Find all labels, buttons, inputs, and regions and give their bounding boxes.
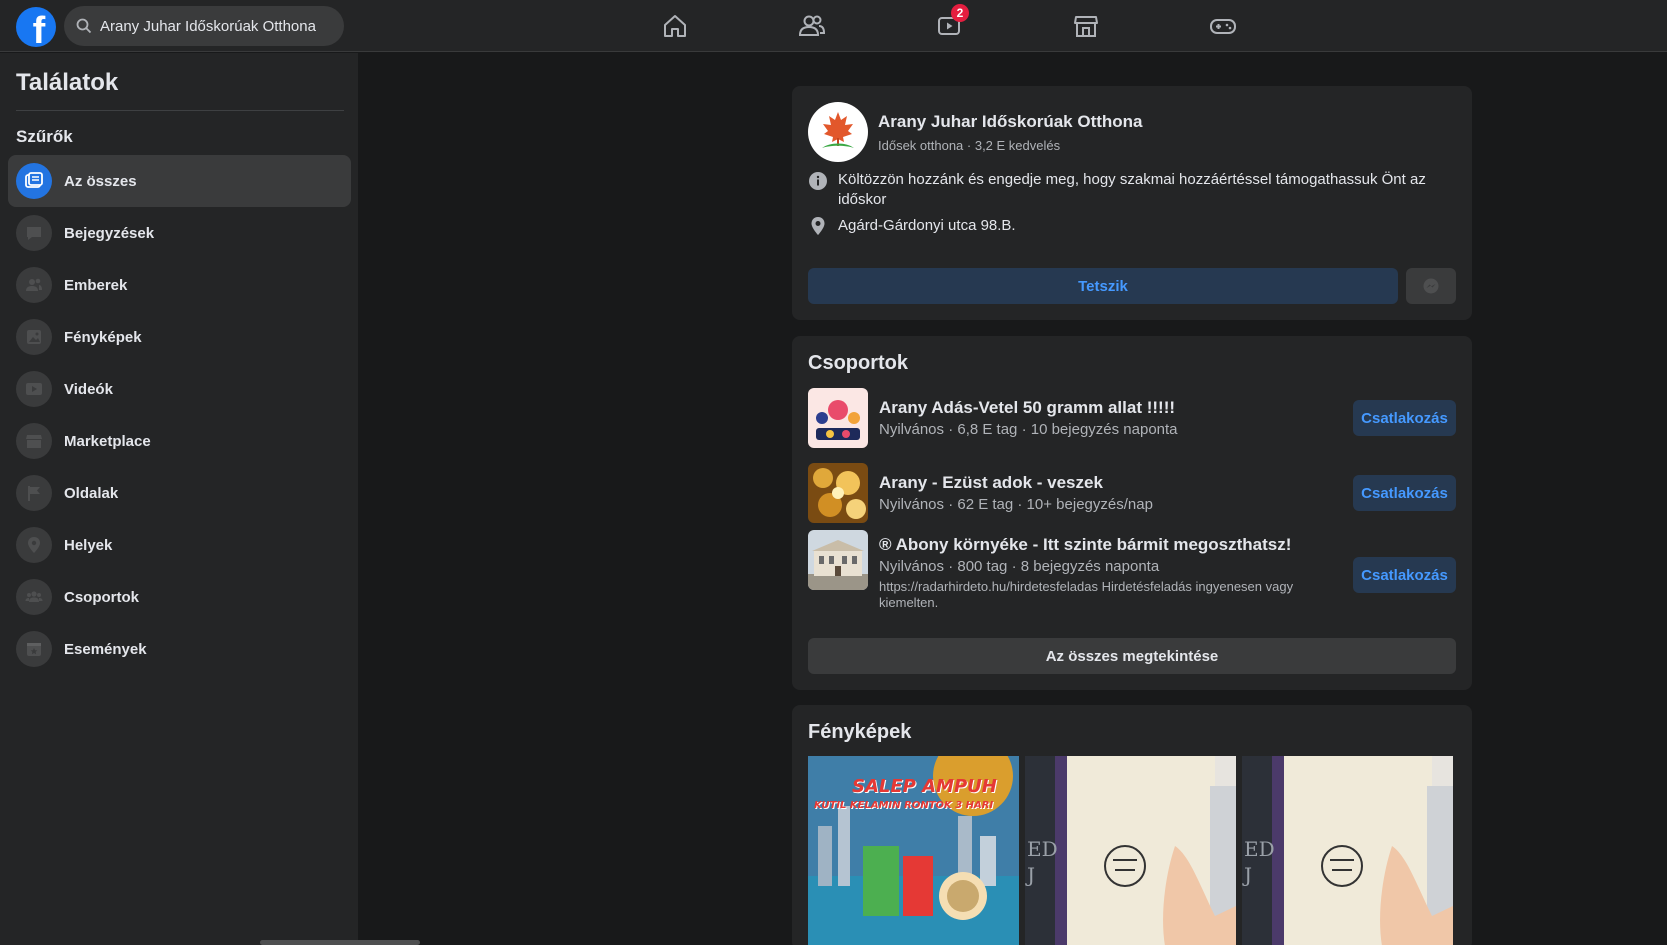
photo-thumbnail[interactable]: SALEP AMPUH KUTIL KELAMIN RONTOK 3 HARI: [808, 756, 1019, 945]
filter-label: Emberek: [64, 276, 128, 294]
like-button[interactable]: Tetszik: [808, 268, 1398, 304]
info-icon: [809, 172, 827, 190]
join-group-button[interactable]: Csatlakozás: [1353, 400, 1456, 436]
posts-icon: [16, 215, 52, 251]
photo-text: ED J: [1027, 837, 1058, 887]
group-meta: Nyilvános · 62 E tag · 10+ bejegyzés/nap: [879, 496, 1153, 513]
nav-gaming[interactable]: [1203, 8, 1243, 44]
message-button[interactable]: [1406, 268, 1456, 304]
search-results-sidebar: Találatok Szűrők Az összes Bejegyzések E…: [0, 53, 358, 945]
filter-all[interactable]: Az összes: [8, 155, 351, 207]
filter-videos[interactable]: Videók: [8, 363, 351, 415]
filter-posts[interactable]: Bejegyzések: [8, 207, 351, 259]
photo-thumbnail[interactable]: ED J: [1242, 756, 1453, 945]
group-item[interactable]: Arany Adás-Vetel 50 gramm allat !!!!! Ny…: [808, 388, 1456, 448]
photos-icon: [16, 319, 52, 355]
marketplace-icon: [1074, 16, 1098, 37]
page-avatar[interactable]: [808, 102, 868, 162]
horizontal-scrollbar[interactable]: [260, 940, 420, 945]
filter-pages[interactable]: Oldalak: [8, 467, 351, 519]
filter-label: Oldalak: [64, 484, 119, 502]
filter-places[interactable]: Helyek: [8, 519, 351, 571]
page-about: Költözzön hozzánk és engedje meg, hogy s…: [838, 171, 1426, 208]
group-meta: Nyilvános · 800 tag · 8 bejegyzés napont…: [879, 558, 1160, 575]
group-description: https://radarhirdeto.hu/hirdetesfeladas …: [879, 579, 1294, 610]
filters-heading: Szűrők: [16, 127, 73, 146]
filter-label: Az összes: [64, 172, 137, 190]
page-name[interactable]: Arany Juhar Időskorúak Otthona: [878, 112, 1143, 132]
page-about-row: Költözzön hozzánk és engedje meg, hogy s…: [808, 170, 1438, 210]
divider: [16, 110, 344, 111]
photo-headline: SALEP AMPUH: [852, 776, 997, 797]
filter-groups[interactable]: Csoportok: [8, 571, 351, 623]
pages-icon: [16, 475, 52, 511]
join-group-button[interactable]: Csatlakozás: [1353, 475, 1456, 511]
group-name[interactable]: ® Abony környéke - Itt szinte bármit meg…: [879, 535, 1291, 555]
filter-photos[interactable]: Fényképek: [8, 311, 351, 363]
top-navigation-bar: f 2: [0, 0, 1667, 52]
maple-leaf-logo: [822, 112, 854, 148]
search-box[interactable]: [64, 6, 344, 46]
filter-people[interactable]: Emberek: [8, 259, 351, 311]
filter-label: Videók: [64, 380, 113, 398]
nav-marketplace[interactable]: [1066, 8, 1106, 44]
facebook-logo[interactable]: f: [16, 7, 56, 47]
see-all-groups-button[interactable]: Az összes megtekintése: [808, 638, 1456, 674]
events-icon: [16, 631, 52, 667]
messenger-icon: [1423, 278, 1439, 294]
friends-icon: [798, 15, 826, 36]
search-input[interactable]: [100, 17, 320, 35]
nav-friends[interactable]: [792, 8, 832, 44]
group-name[interactable]: Arany - Ezüst adok - veszek: [879, 473, 1103, 493]
photo-thumbnail[interactable]: ED J: [1025, 756, 1236, 945]
filter-label: Helyek: [64, 536, 113, 554]
group-item[interactable]: ® Abony környéke - Itt szinte bármit meg…: [808, 529, 1456, 619]
photo-text: ED J: [1244, 837, 1275, 887]
groups-card: Csoportok Arany Adás-Vetel 50 gramm alla…: [792, 336, 1472, 690]
search-icon: [76, 18, 92, 34]
marketplace-icon: [16, 423, 52, 459]
filter-label: Marketplace: [64, 432, 151, 450]
filter-marketplace[interactable]: Marketplace: [8, 415, 351, 467]
videos-icon: [16, 371, 52, 407]
page-address: Agárd-Gárdonyi utca 98.B.: [838, 217, 1016, 234]
group-thumbnail[interactable]: [808, 463, 868, 523]
groups-icon: [16, 579, 52, 615]
home-icon: [664, 15, 686, 37]
group-thumbnail[interactable]: [808, 530, 868, 590]
filter-label: Bejegyzések: [64, 224, 155, 242]
page-result-card: Arany Juhar Időskorúak Otthona Idősek ot…: [792, 86, 1472, 320]
location-pin-icon: [811, 217, 825, 235]
nav-watch[interactable]: 2: [929, 4, 969, 44]
group-name[interactable]: Arany Adás-Vetel 50 gramm allat !!!!!: [879, 398, 1175, 418]
all-results-icon: [16, 163, 52, 199]
notification-badge: 2: [951, 4, 969, 22]
filter-label: Fényképek: [64, 328, 142, 346]
photo-subheadline: KUTIL KELAMIN RONTOK 3 HARI: [814, 800, 994, 811]
group-thumbnail[interactable]: [808, 388, 868, 448]
groups-heading: Csoportok: [808, 352, 908, 374]
group-item[interactable]: Arany - Ezüst adok - veszek Nyilvános · …: [808, 463, 1456, 523]
photos-card: Fényképek SALEP AMPUH KUTIL KELAMIN RONT…: [792, 705, 1472, 945]
filter-events[interactable]: Események: [8, 623, 351, 675]
filter-label: Események: [64, 640, 147, 658]
filter-list: Az összes Bejegyzések Emberek Fényképek …: [8, 155, 351, 675]
join-group-button[interactable]: Csatlakozás: [1353, 557, 1456, 593]
page-address-row: Agárd-Gárdonyi utca 98.B.: [808, 216, 1438, 236]
places-icon: [16, 527, 52, 563]
sidebar-title: Találatok: [16, 69, 119, 96]
filter-label: Csoportok: [64, 588, 139, 606]
nav-home[interactable]: [655, 8, 695, 44]
photos-heading: Fényképek: [808, 721, 912, 743]
group-meta: Nyilvános · 6,8 E tag · 10 bejegyzés nap…: [879, 421, 1178, 438]
people-icon: [16, 267, 52, 303]
page-meta: Idősek otthona · 3,2 E kedvelés: [878, 138, 1061, 153]
gaming-icon: [1210, 19, 1236, 34]
